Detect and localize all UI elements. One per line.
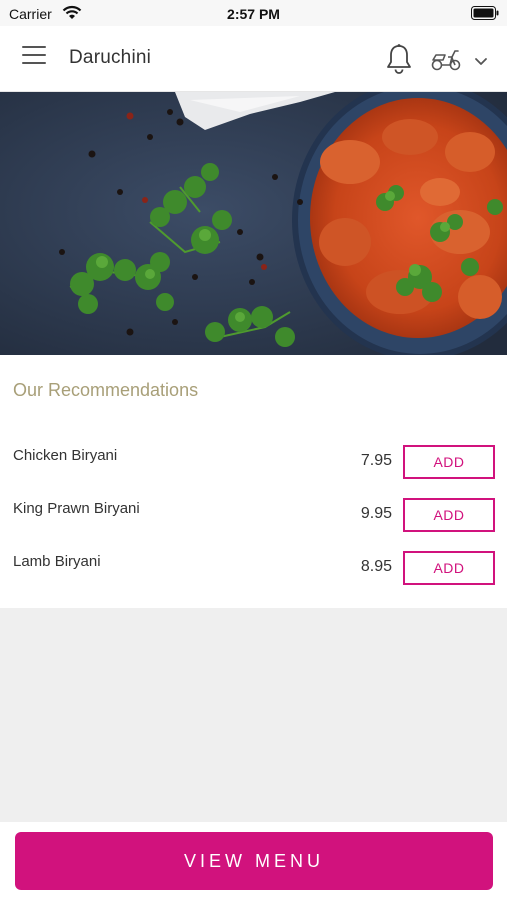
add-button[interactable]: ADD [403,551,495,585]
bottom-bar: VIEW MENU [0,822,507,900]
section-title: Our Recommendations [13,380,199,400]
clock-time: 2:57 PM [227,6,280,22]
list-item: Chicken Biryani 7.95 ADD [0,445,507,485]
item-price: 7.95 [360,452,392,469]
recommendations-section: Our Recommendations Chicken Biryani 7.95… [0,355,507,608]
item-price: 9.95 [360,505,392,522]
item-name: Lamb Biryani [13,553,101,570]
add-button[interactable]: ADD [403,445,495,479]
list-item: King Prawn Biryani 9.95 ADD [0,498,507,538]
app-header: Daruchini [0,26,507,92]
status-bar: Carrier 2:57 PM [0,0,507,26]
battery-icon [471,6,499,25]
delivery-mode-selector[interactable] [430,46,492,72]
bell-icon[interactable] [385,43,413,75]
item-name: King Prawn Biryani [13,500,140,517]
view-menu-button[interactable]: VIEW MENU [15,832,493,890]
item-price: 8.95 [360,558,392,575]
scooter-icon [430,46,462,77]
list-item: Lamb Biryani 8.95 ADD [0,551,507,591]
restaurant-title: Daruchini [69,47,152,68]
hero-food-image [0,92,507,355]
add-button[interactable]: ADD [403,498,495,532]
chevron-down-icon [474,54,488,72]
hamburger-menu-icon[interactable] [22,46,48,70]
item-name: Chicken Biryani [13,447,118,464]
